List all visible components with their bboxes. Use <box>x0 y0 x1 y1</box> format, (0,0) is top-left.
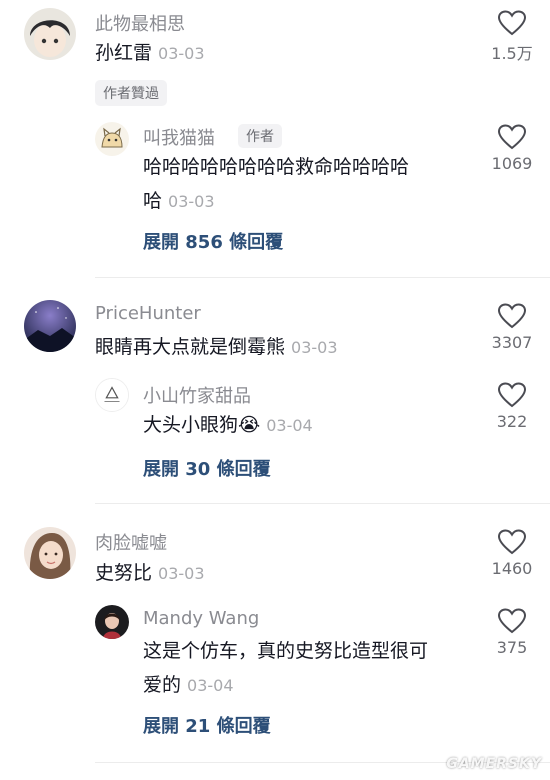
reply-username[interactable]: 叫我猫猫 <box>143 124 215 150</box>
reply-like-button[interactable]: 1069 <box>484 124 540 173</box>
comment-text: 史努比 03-03 <box>95 556 205 591</box>
reply-body-line: 哈哈哈哈哈哈哈哈救命哈哈哈哈 <box>143 156 410 178</box>
reply-text: 哈哈哈哈哈哈哈哈救命哈哈哈哈 哈 03-03 <box>143 150 409 219</box>
like-button[interactable]: 3307 <box>484 303 540 352</box>
avatar[interactable] <box>24 8 76 60</box>
like-count: 322 <box>496 412 528 431</box>
avatar[interactable] <box>24 527 76 579</box>
avatar[interactable] <box>24 300 76 352</box>
night-sky-avatar-icon <box>24 300 76 352</box>
anime-boy-avatar-icon <box>24 8 76 60</box>
reply-avatar[interactable] <box>95 605 129 639</box>
reply-avatar[interactable] <box>95 378 129 412</box>
like-count: 1069 <box>491 154 533 173</box>
reply-text: 这是个仿车，真的史努比造型很可 爱的 03-04 <box>143 634 428 703</box>
comment-date: 03-03 <box>158 44 205 63</box>
reply-username[interactable]: 小山竹家甜品 <box>143 382 251 408</box>
comment-body: 史努比 <box>95 562 153 584</box>
heart-icon <box>498 124 526 149</box>
comment-date: 03-03 <box>158 564 205 583</box>
comment-username[interactable]: PriceHunter <box>95 303 201 324</box>
reply-date: 03-03 <box>168 192 215 211</box>
reply-like-button[interactable]: 375 <box>484 608 540 657</box>
heart-icon <box>498 303 526 328</box>
watermark: GAMERSKY <box>446 756 542 772</box>
expand-replies-link[interactable]: 展開 856 條回覆 <box>143 228 283 254</box>
reply-avatar[interactable] <box>95 122 129 156</box>
reply-body: 大头小眼狗😭 <box>143 414 261 436</box>
heart-icon <box>498 382 526 407</box>
reply-like-button[interactable]: 322 <box>484 382 540 431</box>
heart-icon <box>498 10 526 35</box>
divider <box>95 503 550 504</box>
like-button[interactable]: 1460 <box>484 529 540 578</box>
heart-icon <box>498 608 526 633</box>
dessert-logo-avatar-icon <box>96 379 128 411</box>
reply-date: 03-04 <box>266 416 313 435</box>
divider <box>95 277 550 278</box>
reply-date: 03-04 <box>187 676 234 695</box>
comment-text: 孙红雷 03-03 <box>95 36 205 71</box>
heart-icon <box>498 529 526 554</box>
like-count: 1460 <box>491 559 533 578</box>
reply-body-line: 这是个仿车，真的史努比造型很可 <box>143 640 429 662</box>
like-button[interactable]: 1.5万 <box>484 10 540 64</box>
woman-photo-avatar-icon <box>95 605 129 639</box>
reply-text: 大头小眼狗😭 03-04 <box>143 408 313 443</box>
author-liked-badge: 作者贊過 <box>95 80 167 106</box>
girl-photo-avatar-icon <box>24 527 76 579</box>
like-count: 1.5万 <box>491 44 533 63</box>
reply-username[interactable]: Mandy Wang <box>143 608 259 629</box>
cat-sketch-avatar-icon <box>95 122 129 156</box>
author-badge: 作者 <box>238 124 282 148</box>
comment-text: 眼睛再大点就是倒霉熊 03-03 <box>95 330 338 365</box>
reply-body-line: 哈 <box>143 190 163 212</box>
expand-replies-link[interactable]: 展開 21 條回覆 <box>143 712 271 738</box>
comment-body: 眼睛再大点就是倒霉熊 <box>95 336 286 358</box>
expand-replies-link[interactable]: 展開 30 條回覆 <box>143 455 271 481</box>
like-count: 3307 <box>491 333 533 352</box>
reply-body-line: 爱的 <box>143 674 182 696</box>
comment-username[interactable]: 此物最相思 <box>95 10 185 36</box>
comment-date: 03-03 <box>291 338 338 357</box>
comment-username[interactable]: 肉脸嘘嘘 <box>95 529 167 555</box>
like-count: 375 <box>496 638 528 657</box>
comment-body: 孙红雷 <box>95 42 153 64</box>
